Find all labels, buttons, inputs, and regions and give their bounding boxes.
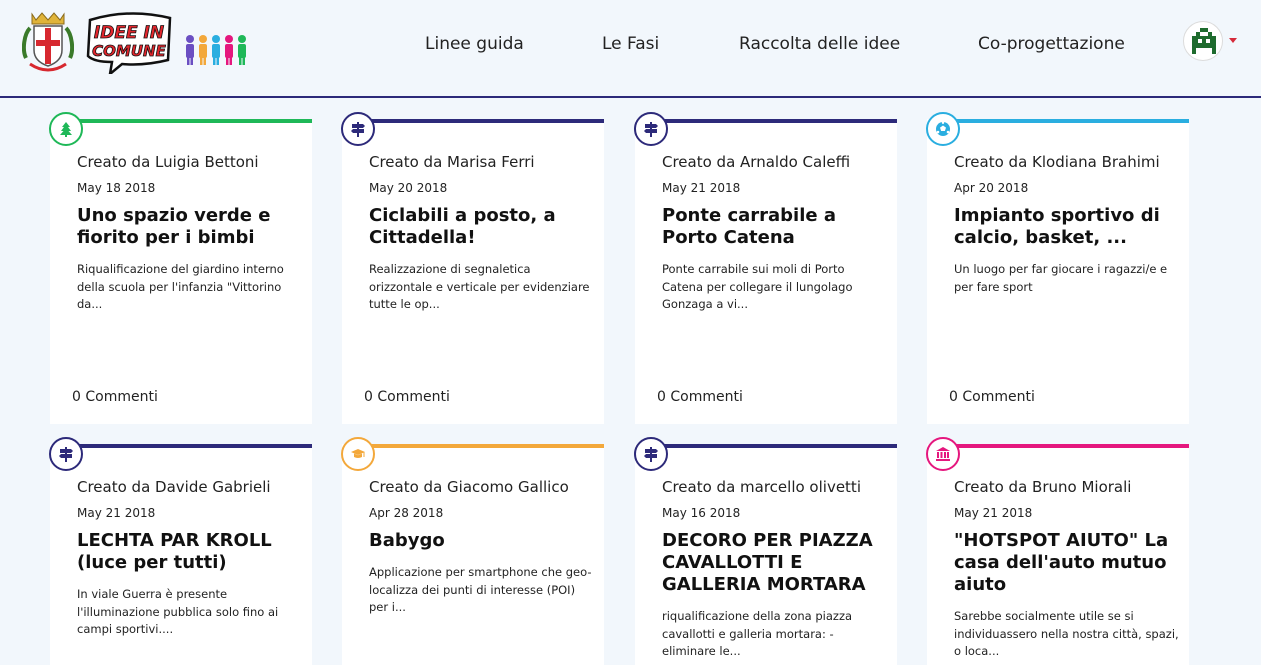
soccer-ball-icon bbox=[926, 112, 960, 146]
card-category-line bbox=[650, 444, 897, 448]
card-category-line bbox=[650, 119, 897, 123]
idea-date: May 21 2018 bbox=[662, 181, 741, 195]
idea-title[interactable]: Impianto sportivo di calcio, basket, ... bbox=[954, 205, 1179, 249]
idea-description: Un luogo per far giocare i ragazzi/e e p… bbox=[954, 262, 1168, 294]
idea-date: May 16 2018 bbox=[662, 506, 741, 520]
idea-card[interactable]: Creato da Klodiana Brahimi Apr 20 2018 I… bbox=[926, 112, 1189, 424]
account-dropdown-caret-icon[interactable] bbox=[1229, 38, 1237, 43]
idea-title[interactable]: DECORO PER PIAZZA CAVALLOTTI E GALLERIA … bbox=[662, 530, 887, 596]
idea-title[interactable]: LECHTA PAR KROLL (luce per tutti) bbox=[77, 530, 302, 574]
signpost-icon bbox=[634, 437, 668, 471]
nav-co-progettazione[interactable]: Co-progettazione bbox=[978, 34, 1125, 54]
idea-author: Creato da Davide Gabrieli bbox=[77, 478, 271, 496]
card-category-line bbox=[942, 444, 1189, 448]
idea-author: Creato da Marisa Ferri bbox=[369, 153, 535, 171]
graduation-cap-icon bbox=[341, 437, 375, 471]
idea-date: May 18 2018 bbox=[77, 181, 156, 195]
idea-card[interactable]: Creato da Marisa Ferri May 20 2018 Cicla… bbox=[341, 112, 604, 424]
idea-date: May 21 2018 bbox=[954, 506, 1033, 520]
idea-date: Apr 20 2018 bbox=[954, 181, 1029, 195]
svg-text:COMUNE: COMUNE bbox=[92, 42, 166, 60]
nav-raccolta-delle-idee[interactable]: Raccolta delle idee bbox=[739, 34, 900, 54]
idea-title[interactable]: Ponte carrabile a Porto Catena bbox=[662, 205, 887, 249]
svg-text:IDEE IN: IDEE IN bbox=[94, 23, 164, 43]
idea-author: Creato da Luigia Bettoni bbox=[77, 153, 259, 171]
idea-description: Applicazione per smartphone che geo-loca… bbox=[369, 565, 592, 614]
idea-card[interactable]: Creato da Davide Gabrieli May 21 2018 LE… bbox=[49, 437, 312, 665]
avatar-pixel-icon bbox=[1192, 28, 1216, 54]
idea-description: Riqualificazione del giardino interno de… bbox=[77, 262, 284, 311]
nav-linee-guida[interactable]: Linee guida bbox=[425, 34, 524, 54]
idea-comments-link[interactable]: 0 Commenti bbox=[657, 389, 743, 405]
idea-author: Creato da marcello olivetti bbox=[662, 478, 861, 496]
card-category-line bbox=[942, 119, 1189, 123]
signpost-icon bbox=[49, 437, 83, 471]
card-category-line bbox=[65, 444, 312, 448]
people-icon bbox=[186, 35, 246, 65]
idea-description: Realizzazione di segnaletica orizzontale… bbox=[369, 262, 590, 311]
idea-comments-link[interactable]: 0 Commenti bbox=[949, 389, 1035, 405]
signpost-icon bbox=[634, 112, 668, 146]
card-category-line bbox=[65, 119, 312, 123]
idea-author: Creato da Klodiana Brahimi bbox=[954, 153, 1160, 171]
idea-author: Creato da Bruno Miorali bbox=[954, 478, 1132, 496]
idea-card[interactable]: Creato da Arnaldo Caleffi May 21 2018 Po… bbox=[634, 112, 897, 424]
tree-icon bbox=[49, 112, 83, 146]
idea-title[interactable]: Uno spazio verde e fiorito per i bimbi bbox=[77, 205, 302, 249]
city-crest-logo[interactable] bbox=[22, 10, 74, 74]
card-category-line bbox=[357, 119, 604, 123]
museum-icon bbox=[926, 437, 960, 471]
idea-date: Apr 28 2018 bbox=[369, 506, 444, 520]
idea-description: Sarebbe socialmente utile se si individu… bbox=[954, 609, 1179, 658]
idea-date: May 21 2018 bbox=[77, 506, 156, 520]
user-avatar[interactable] bbox=[1183, 21, 1223, 61]
idea-comments-link[interactable]: 0 Commenti bbox=[364, 389, 450, 405]
idea-card[interactable]: Creato da Luigia Bettoni May 18 2018 Uno… bbox=[49, 112, 312, 424]
idea-comments-link[interactable]: 0 Commenti bbox=[72, 389, 158, 405]
card-category-line bbox=[357, 444, 604, 448]
nav-le-fasi[interactable]: Le Fasi bbox=[602, 34, 659, 54]
idea-author: Creato da Arnaldo Caleffi bbox=[662, 153, 851, 171]
site-header: IDEE IN COMUNE Linee guida Le Fasi Racco… bbox=[0, 0, 1261, 98]
idea-card[interactable]: Creato da Bruno Miorali May 21 2018 "HOT… bbox=[926, 437, 1189, 665]
idea-title[interactable]: Ciclabili a posto, a Cittadella! bbox=[369, 205, 594, 249]
idea-author: Creato da Giacomo Gallico bbox=[369, 478, 569, 496]
idea-card[interactable]: Creato da marcello olivetti May 16 2018 … bbox=[634, 437, 897, 665]
signpost-icon bbox=[341, 112, 375, 146]
idea-date: May 20 2018 bbox=[369, 181, 448, 195]
idea-title[interactable]: Babygo bbox=[369, 530, 594, 552]
idea-title[interactable]: "HOTSPOT AIUTO" La casa dell'auto mutuo … bbox=[954, 530, 1179, 596]
idea-description: Ponte carrabile sui moli di Porto Catena… bbox=[662, 262, 853, 311]
idee-in-comune-logo[interactable]: IDEE IN COMUNE bbox=[84, 12, 174, 74]
idea-description: riqualificazione della zona piazza caval… bbox=[662, 609, 853, 658]
idea-card[interactable]: Creato da Giacomo Gallico Apr 28 2018 Ba… bbox=[341, 437, 604, 665]
idea-description: In viale Guerra è presente l'illuminazio… bbox=[77, 587, 279, 636]
